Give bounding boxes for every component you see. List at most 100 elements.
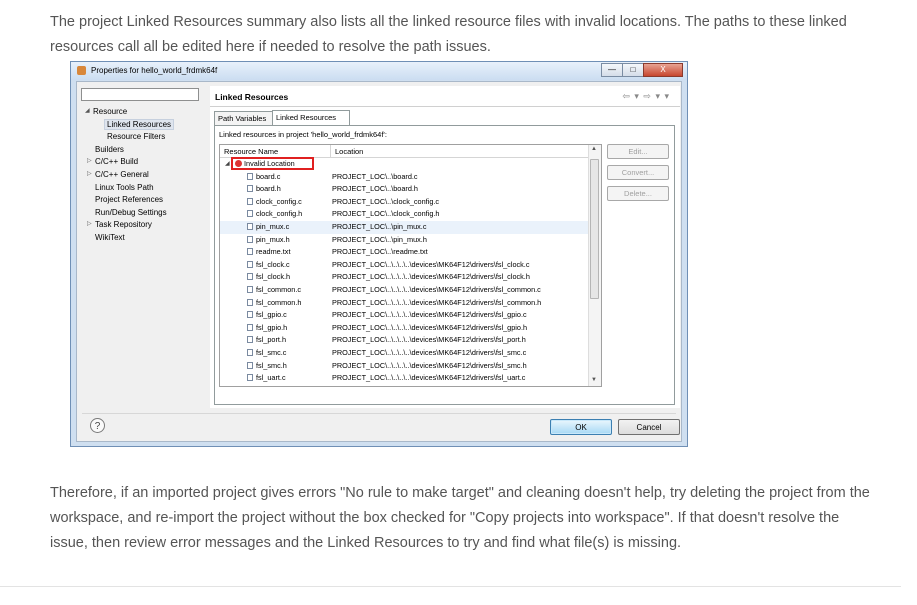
resource-location: PROJECT_LOC\..\..\..\..\devices\MK64F12\… — [332, 310, 527, 320]
convert-button[interactable]: Convert... — [607, 165, 669, 180]
linked-resources-page: Linked Resources ⇦ ▾ ⇨ ▾ ▾ Path Variable… — [210, 86, 680, 408]
tree-item[interactable]: Linked Resources — [104, 118, 175, 130]
expand-arrow-icon[interactable]: ◢ — [225, 158, 230, 170]
vertical-scrollbar[interactable]: ▲ ▼ — [588, 145, 601, 386]
cancel-button[interactable]: Cancel — [618, 419, 680, 435]
table-row[interactable]: fsl_port.h PROJECT_LOC\..\..\..\..\device… — [220, 334, 590, 347]
resource-name: fsl_port.h — [256, 335, 287, 345]
table-row[interactable]: fsl_gpio.h PROJECT_LOC\..\..\..\..\device… — [220, 322, 590, 335]
tree-item[interactable]: ▷ Task Repository — [87, 220, 152, 230]
table-row[interactable]: fsl_smc.c PROJECT_LOC\..\..\..\..\devices… — [220, 347, 590, 360]
properties-dialog: Properties for hello_world_frdmk64f — □ … — [70, 61, 688, 447]
dialog-titlebar[interactable]: Properties for hello_world_frdmk64f — □ … — [71, 62, 687, 80]
tree-item[interactable]: ▷ C/C++ Build — [87, 157, 139, 167]
help-icon[interactable]: ? — [90, 418, 105, 433]
tree-item-label: C/C++ Build — [95, 157, 139, 167]
outro-paragraph: Therefore, if an imported project gives … — [50, 481, 870, 556]
window-controls: — □ X — [601, 63, 683, 77]
resource-location: PROJECT_LOC\..\board.h — [332, 184, 418, 194]
tree-item-label: Project References — [95, 195, 164, 205]
tab-body: Linked resources in project 'hello_world… — [214, 125, 675, 405]
table-row[interactable]: board.c PROJECT_LOC\..\board.c — [220, 171, 590, 184]
highlight-box — [231, 157, 314, 170]
resource-location: PROJECT_LOC\..\pin_mux.c — [332, 222, 427, 231]
resource-location: PROJECT_LOC\..\..\..\..\devices\MK64F12\… — [332, 322, 528, 332]
page-title: Linked Resources — [215, 92, 289, 102]
resource-location: PROJECT_LOC\..\readme.txt — [332, 247, 428, 257]
scroll-down-icon[interactable]: ▼ — [591, 377, 597, 383]
resource-location: PROJECT_LOC\..\..\..\..\devices\MK64F12\… — [332, 297, 542, 307]
dialog-title: Properties for hello_world_frdmk64f — [91, 66, 218, 75]
tree-item[interactable]: Linux Tools Path — [95, 183, 154, 192]
table-row[interactable]: fsl_clock.c PROJECT_LOC\..\..\..\..\devic… — [220, 259, 590, 272]
table-row[interactable]: fsl_uart.c PROJECT_LOC\..\..\..\..\device… — [220, 372, 590, 385]
tree-arrow-icon[interactable]: ▷ — [87, 157, 92, 164]
tab-path-variables[interactable]: Path Variables — [214, 111, 277, 125]
tree-item[interactable]: WikiText — [95, 233, 125, 242]
resource-location: PROJECT_LOC\..\..\..\..\devices\MK64F12\… — [332, 360, 527, 370]
table-row[interactable]: pin_mux.c PROJECT_LOC\..\pin_mux.c — [220, 221, 590, 234]
outro-text: Therefore, if an imported project gives … — [50, 485, 870, 551]
maximize-button[interactable]: □ — [622, 63, 644, 77]
filter-input[interactable] — [81, 88, 199, 101]
file-icon — [247, 374, 253, 382]
file-icon — [247, 248, 253, 256]
edit-button[interactable]: Edit... — [607, 144, 669, 159]
tree-item[interactable]: Builders — [95, 145, 124, 154]
tree-arrow-icon[interactable]: ▷ — [87, 170, 92, 177]
table-row[interactable]: board.h PROJECT_LOC\..\board.h — [220, 183, 590, 196]
tree-item[interactable]: ◢ Resource — [85, 107, 128, 116]
table-row[interactable]: fsl_smc.h PROJECT_LOC\..\..\..\..\devices… — [220, 360, 590, 373]
file-icon — [247, 336, 253, 344]
tree-item-label: C/C++ General — [95, 170, 149, 179]
table-row[interactable]: fsl_common.h PROJECT_LOC\..\..\..\..\devi… — [220, 297, 590, 310]
resource-location: PROJECT_LOC\..\clock_config.h — [332, 209, 440, 219]
tree-arrow-icon[interactable]: ▷ — [87, 220, 92, 227]
resource-name: pin_mux.h — [256, 234, 290, 244]
column-separator — [330, 145, 331, 157]
table-row[interactable]: fsl_common.c PROJECT_LOC\..\..\..\..\devi… — [220, 284, 590, 297]
intro-text: The project Linked Resources summary als… — [50, 14, 847, 55]
resource-location: PROJECT_LOC\..\pin_mux.h — [332, 234, 427, 244]
column-resource-name[interactable]: Resource Name — [224, 147, 278, 156]
resource-name: fsl_smc.h — [256, 360, 287, 370]
resource-name: fsl_clock.h — [256, 272, 291, 282]
tab-linked-resources[interactable]: Linked Resources — [272, 110, 350, 125]
file-icon — [247, 185, 253, 193]
resource-location: PROJECT_LOC\..\..\..\..\devices\MK64F12\… — [332, 373, 526, 383]
tree-item-label: Resource — [93, 107, 128, 116]
tree-item[interactable]: Resource Filters — [107, 132, 165, 141]
delete-button[interactable]: Delete... — [607, 186, 669, 201]
app-icon — [77, 66, 86, 75]
resource-name: fsl_gpio.c — [256, 310, 287, 320]
resource-name: fsl_clock.c — [256, 259, 290, 269]
table-row[interactable]: clock_config.h PROJECT_LOC\..\clock_confi… — [220, 208, 590, 221]
file-icon — [247, 286, 253, 293]
resources-table: Resource Name Location ◢ Invalid Locatio… — [219, 144, 602, 387]
close-button[interactable]: X — [643, 63, 683, 77]
scroll-up-icon[interactable]: ▲ — [591, 146, 597, 152]
tree-item[interactable]: ▷ C/C++ General — [87, 170, 149, 179]
table-row[interactable]: fsl_clock.h PROJECT_LOC\..\..\..\..\devic… — [220, 271, 590, 284]
tree-item-label: Resource Filters — [107, 132, 166, 142]
table-row[interactable]: fsl_gpio.c PROJECT_LOC\..\..\..\..\device… — [220, 309, 590, 322]
tree-arrow-icon[interactable]: ◢ — [85, 107, 90, 114]
footer-divider — [0, 586, 901, 587]
column-location[interactable]: Location — [335, 147, 363, 156]
minimize-button[interactable]: — — [601, 63, 623, 77]
resource-location: PROJECT_LOC\..\..\..\..\devices\MK64F12\… — [332, 272, 530, 282]
table-row[interactable]: readme.txt PROJECT_LOC\..\readme.txt — [220, 246, 590, 259]
resource-name: board.h — [256, 184, 281, 194]
tree-item[interactable]: Project References — [95, 195, 163, 204]
nav-arrows-icon[interactable]: ⇦ ▾ ⇨ ▾ ▾ — [622, 91, 670, 102]
scroll-thumb[interactable] — [590, 159, 599, 299]
tree-item[interactable]: Run/Debug Settings — [95, 208, 167, 217]
resource-location: PROJECT_LOC\..\board.c — [332, 171, 418, 181]
table-row[interactable]: clock_config.c PROJECT_LOC\..\clock_confi… — [220, 196, 590, 209]
tree-item-label: Task Repository — [95, 220, 152, 230]
resource-name: fsl_smc.c — [256, 348, 287, 357]
table-row[interactable]: pin_mux.h PROJECT_LOC\..\pin_mux.h — [220, 234, 590, 247]
ok-button[interactable]: OK — [550, 419, 612, 435]
file-icon — [247, 273, 253, 281]
file-icon — [247, 311, 253, 319]
